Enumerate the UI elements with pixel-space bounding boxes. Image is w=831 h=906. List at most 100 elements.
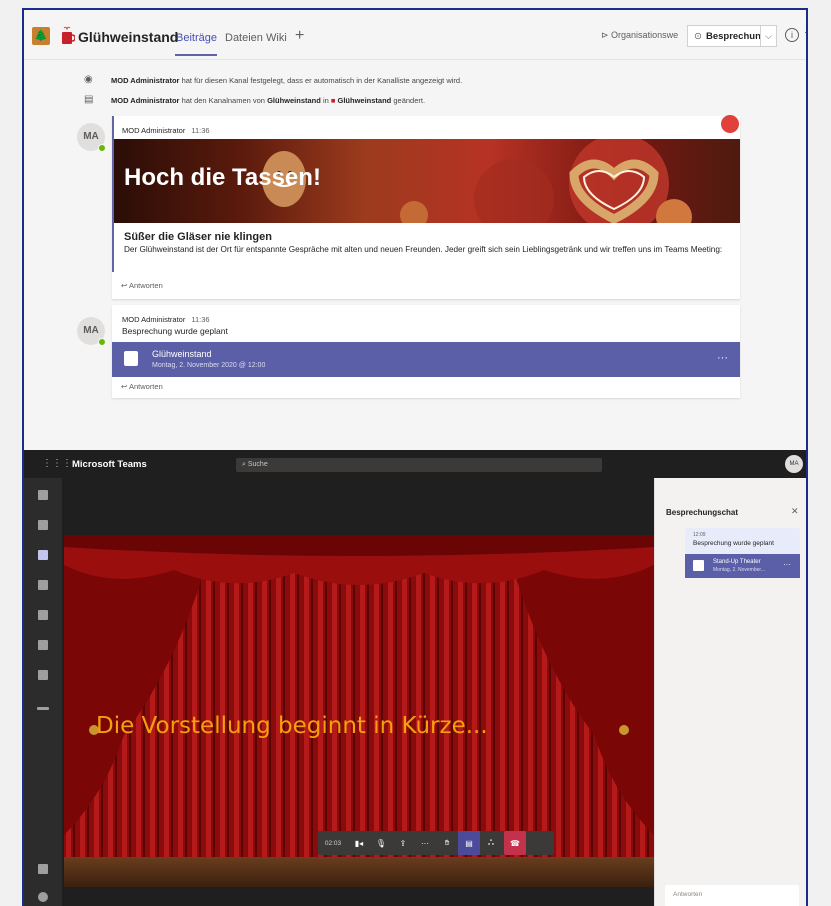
team-name: Glühweinstand [78, 29, 179, 45]
reply-label: Antworten [128, 382, 163, 391]
chat-time: 12:09 [693, 532, 706, 538]
chat-reply-input[interactable]: Antworten [665, 885, 799, 906]
chat-event-date: Montag, 2. November... [713, 567, 765, 573]
post-text: Besprechung wurde geplant [122, 326, 228, 336]
post-author: MOD Administrator [122, 315, 186, 324]
presence-available-icon [98, 338, 106, 346]
org-chart-icon: ⊳ [601, 30, 612, 40]
more-options-icon[interactable]: · [804, 27, 806, 38]
post-time: 11:36 [191, 315, 210, 324]
org-label: Organisationswe [611, 30, 679, 40]
sys-new-name: Glühweinstand [337, 96, 392, 105]
meeting-chat-pane: Besprechungschat ✕ 12:09 Besprechung wur… [654, 478, 806, 906]
show-conversation-button[interactable]: ▤ [458, 831, 480, 855]
microphone-toggle-button[interactable]: 🎙︎ [370, 831, 392, 855]
more-options-icon[interactable]: ··· [717, 352, 728, 364]
rename-icon: ▤ [84, 94, 94, 105]
chevron-down-icon: ⌵ [765, 31, 772, 41]
rail-calls[interactable] [24, 606, 62, 636]
system-message: MOD Administrator hat für diesen Kanal f… [111, 76, 462, 85]
chat-reply-placeholder: Antworten [673, 891, 703, 898]
rail-more-apps[interactable] [24, 666, 62, 696]
ellipsis-icon [37, 707, 49, 710]
sys-author: MOD Administrator [111, 76, 180, 85]
sys-old-name: Glühweinstand [267, 96, 321, 105]
rail-calendar[interactable] [24, 576, 62, 606]
reply-button[interactable]: ↩ Antworten [121, 281, 163, 290]
app-rail [24, 478, 62, 906]
info-icon[interactable]: i [785, 28, 799, 42]
phone-hangup-icon: ☎︎ [510, 838, 520, 848]
meet-label: Besprechung [705, 30, 767, 42]
close-icon[interactable]: ✕ [791, 506, 799, 517]
tab-dateien[interactable]: Dateien [225, 32, 263, 44]
post-time: 11:36 [191, 126, 210, 135]
meeting-titlebar: ⋮⋮⋮ Microsoft Teams ⌕ Suche MA [24, 450, 806, 478]
avatar[interactable]: MA [77, 123, 106, 152]
reply-label: Antworten [128, 281, 163, 290]
video-camera-icon: ⊙ [694, 30, 702, 42]
app-launcher-icon[interactable]: ⋮⋮⋮ [42, 458, 72, 469]
gluehwein-cup-icon [62, 26, 75, 44]
rail-files[interactable] [24, 636, 62, 666]
rail-help[interactable] [24, 888, 62, 906]
bell-icon [38, 490, 48, 500]
tab-beitraege[interactable]: Beiträge [176, 32, 217, 44]
rail-store[interactable] [24, 860, 62, 890]
chat-event-card[interactable]: Stand-Up Theater Montag, 2. November... … [685, 554, 800, 578]
add-tab-button[interactable]: + [295, 27, 304, 45]
meeting-event-card[interactable]: Glühweinstand Montag, 2. November 2020 @… [112, 342, 740, 377]
search-placeholder: Suche [247, 461, 268, 468]
chat-pane-title: Besprechungschat [666, 508, 739, 517]
stage-floor [64, 857, 654, 887]
ellipsis-icon: ··· [421, 838, 429, 848]
event-date: Montag, 2. November 2020 @ 12:00 [152, 362, 266, 369]
cup-icon: ■ [330, 96, 336, 105]
chat-text: Besprechung wurde geplant [693, 540, 774, 547]
eye-icon: ◉ [84, 74, 93, 85]
post-header: MOD Administrator 11:36 [122, 315, 210, 324]
sys-text: hat für diesen Kanal festgelegt, dass er… [181, 76, 463, 85]
call-controls: 02:03 ▮◂ 🎙︎ ⇪ ··· ✋︎ ▤ ஃ ☎︎ [318, 831, 554, 855]
app-brand: Microsoft Teams [72, 459, 147, 470]
search-input[interactable]: ⌕ Suche [236, 458, 602, 472]
chat-event-title: Stand-Up Theater [713, 559, 761, 565]
more-actions-button[interactable]: ··· [414, 831, 436, 855]
camera-toggle-button[interactable]: ▮◂ [348, 831, 370, 855]
tab-wiki[interactable]: Wiki [266, 32, 287, 44]
rail-activity[interactable] [24, 486, 62, 516]
app-window: 🌲 Glühweinstand Beiträge Dateien Wiki + … [22, 8, 808, 906]
card-title: Süßer die Gläser nie klingen [124, 231, 272, 243]
rail-teams[interactable] [24, 546, 62, 576]
hero-title: Hoch die Tassen! [124, 164, 321, 191]
phone-icon [38, 610, 48, 620]
meet-dropdown-button[interactable]: ⌵ [760, 25, 777, 47]
user-avatar[interactable]: MA [785, 455, 803, 473]
reaction-badge-icon[interactable] [721, 115, 739, 133]
show-participants-button[interactable]: ஃ [480, 831, 502, 855]
sys-text: in [322, 96, 329, 105]
help-icon [38, 892, 48, 902]
avatar-initials: MA [83, 131, 99, 142]
rail-chat[interactable] [24, 516, 62, 546]
hang-up-button[interactable]: ☎︎ [504, 831, 526, 855]
rail-more[interactable] [24, 703, 62, 733]
post-author: MOD Administrator [122, 126, 186, 135]
reply-button[interactable]: ↩ Antworten [121, 382, 163, 391]
avatar[interactable]: MA [77, 317, 106, 346]
raise-hand-button[interactable]: ✋︎ [436, 831, 458, 855]
chat-icon [38, 520, 48, 530]
team-tree-icon[interactable]: 🌲 [32, 27, 50, 45]
active-tab-indicator [175, 54, 217, 56]
chat-icon: ▤ [465, 838, 473, 848]
organization-button[interactable]: ⊳ Organisationswe [601, 30, 678, 41]
reply-arrow-icon: ↩ [121, 382, 129, 391]
sys-author: MOD Administrator [111, 96, 180, 105]
video-camera-icon: ▮◂ [354, 838, 364, 848]
post-header: MOD Administrator 11:36 [122, 126, 210, 135]
meeting-window: ⋮⋮⋮ Microsoft Teams ⌕ Suche MA Die Vorst… [24, 450, 806, 906]
presence-available-icon [98, 144, 106, 152]
sys-text: geändert. [393, 96, 426, 105]
share-screen-button[interactable]: ⇪ [392, 831, 414, 855]
more-options-icon[interactable]: ··· [783, 560, 791, 569]
